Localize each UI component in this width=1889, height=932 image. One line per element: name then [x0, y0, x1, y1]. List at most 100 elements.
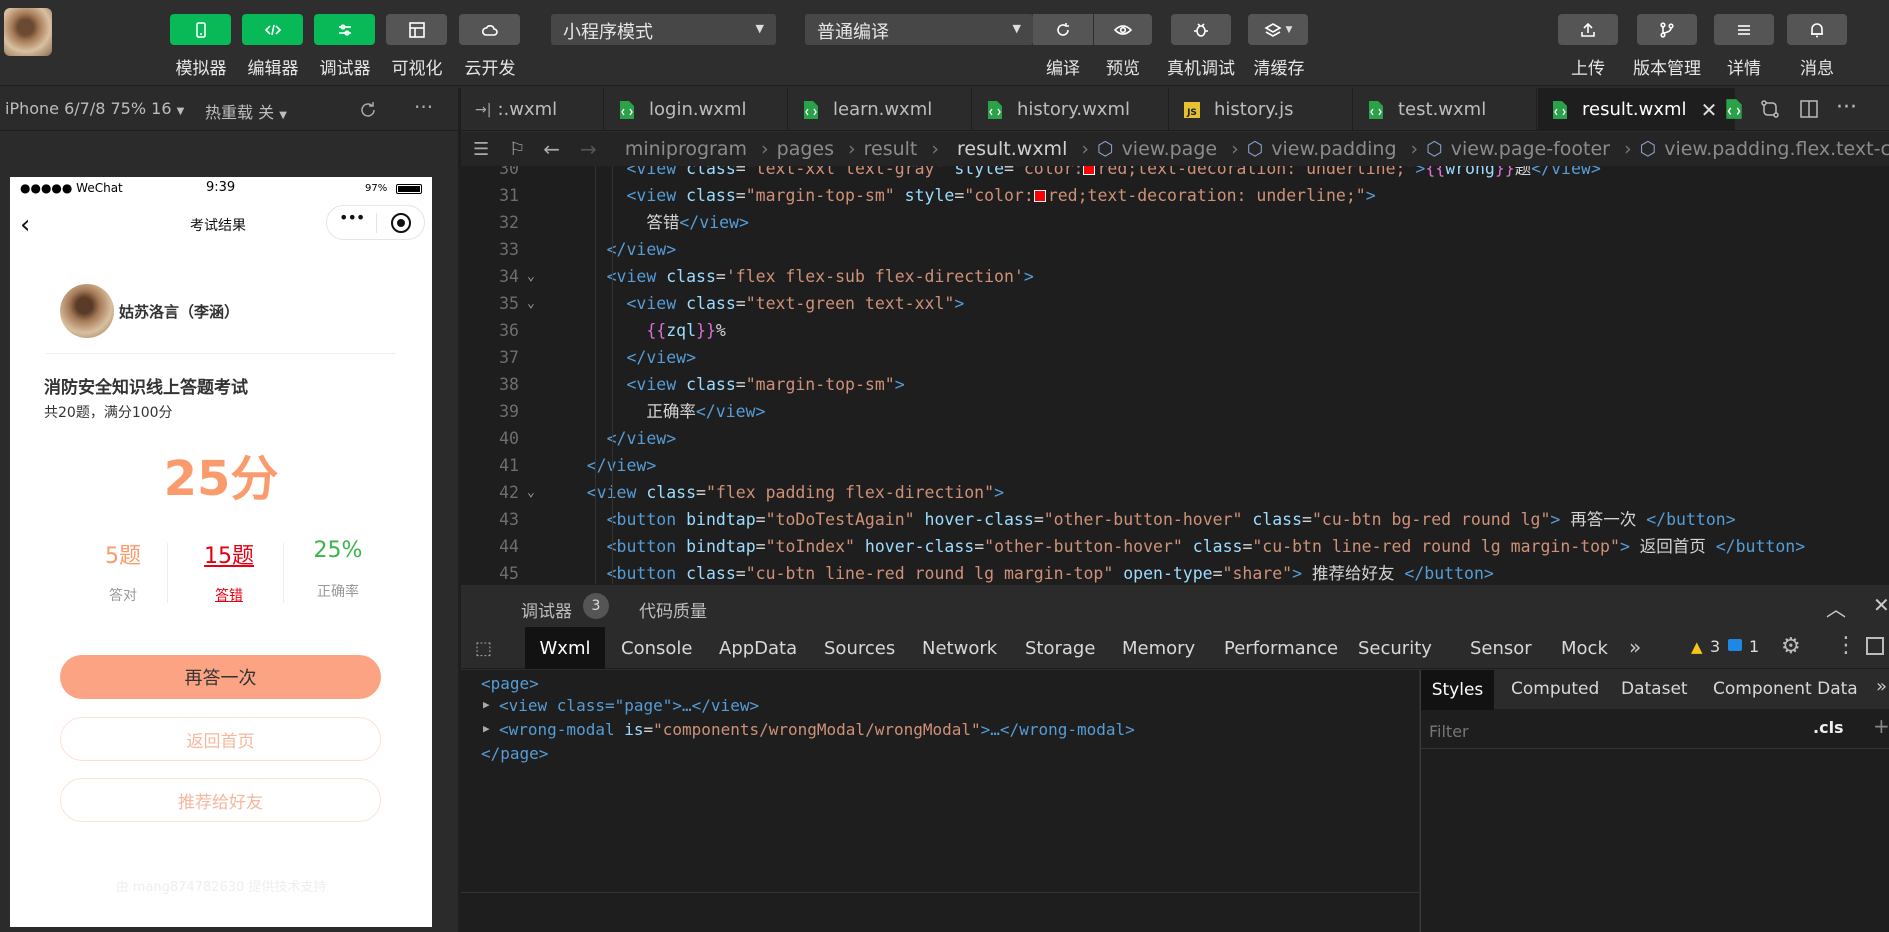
more-tabs-icon[interactable]: »: [1629, 635, 1641, 659]
mode-select[interactable]: 小程序模式 ▼: [551, 14, 776, 45]
battery-icon: [396, 184, 422, 194]
more-icon[interactable]: ···: [1836, 95, 1857, 120]
tab-history-wxml[interactable]: history.wxml: [973, 88, 1169, 131]
close-miniprogram-icon[interactable]: [391, 213, 411, 233]
code-line: 44 <button bindtap="toIndex" hover-class…: [461, 533, 1889, 560]
wxml-file-icon[interactable]: [1725, 98, 1743, 120]
breadcrumb-item[interactable]: view.padding: [1271, 138, 1396, 160]
tab-test-wxml[interactable]: test.wxml: [1354, 88, 1537, 131]
inspect-icon[interactable]: ⬚: [475, 638, 492, 659]
compare-icon[interactable]: [1759, 98, 1781, 120]
home-button[interactable]: 返回首页: [60, 717, 381, 761]
kebab-menu-icon[interactable]: ⋮: [1835, 633, 1857, 658]
expand-arrow-icon[interactable]: ▶: [483, 698, 490, 711]
forward-arrow-icon[interactable]: →: [580, 137, 597, 161]
editor-toggle-button[interactable]: [242, 14, 303, 45]
breadcrumb-item[interactable]: view.page-footer: [1451, 138, 1610, 160]
user-avatar[interactable]: [4, 8, 52, 56]
breadcrumb-item[interactable]: pages: [777, 138, 834, 160]
tab-network[interactable]: Network: [922, 627, 997, 669]
device-select[interactable]: iPhone 6/7/8 75% 16 ▼: [5, 99, 184, 118]
tab-dataset[interactable]: Dataset: [1621, 679, 1688, 699]
cloud-dev-label: 云开发: [464, 59, 516, 79]
details-button[interactable]: [1714, 14, 1774, 45]
tab-storage[interactable]: Storage: [1025, 627, 1095, 669]
gear-icon[interactable]: ⚙: [1781, 634, 1801, 659]
compile-select[interactable]: 普通编译 ▼: [805, 14, 1033, 45]
tab-styles[interactable]: Styles: [1421, 670, 1494, 710]
upload-button[interactable]: [1558, 14, 1618, 45]
simulator-toggle-button[interactable]: [170, 14, 231, 45]
tab-appdata[interactable]: AppData: [719, 627, 797, 669]
cls-toggle[interactable]: .cls: [1813, 718, 1844, 737]
tab-wxml-truncated[interactable]: →| :.wxml: [461, 88, 604, 131]
chevron-down-icon[interactable]: ⌄: [527, 290, 535, 317]
warning-icon[interactable]: ▲: [1691, 638, 1703, 656]
tab-history-js[interactable]: JS history.js: [1170, 88, 1353, 131]
tab-sensor[interactable]: Sensor: [1470, 627, 1532, 669]
tab-memory[interactable]: Memory: [1122, 627, 1195, 669]
version-button[interactable]: [1637, 14, 1697, 45]
tab-result-wxml[interactable]: result.wxml ✕: [1538, 88, 1735, 131]
expand-arrow-icon[interactable]: ▶: [483, 722, 490, 735]
code-line: 41 </view>: [461, 452, 1889, 479]
debugger-toggle-button[interactable]: [314, 14, 375, 45]
tab-mock[interactable]: Mock: [1561, 627, 1608, 669]
tab-login-wxml[interactable]: login.wxml: [605, 88, 788, 131]
breadcrumb-item[interactable]: result.wxml: [957, 138, 1067, 160]
tab-console[interactable]: Console: [621, 627, 692, 669]
breadcrumb-item[interactable]: miniprogram: [625, 138, 747, 160]
code-text: <view class="text-xxl text-gray" style="…: [547, 166, 1601, 182]
chevron-down-icon[interactable]: ⌄: [527, 263, 535, 290]
close-icon[interactable]: ✕: [1701, 98, 1718, 122]
chevron-down-icon[interactable]: ⌄: [527, 479, 535, 506]
code-line: 33 </view>: [461, 236, 1889, 263]
code-line: 37 </view>: [461, 344, 1889, 371]
clear-cache-button[interactable]: ▼: [1248, 14, 1308, 45]
add-rule-icon[interactable]: +: [1873, 714, 1889, 738]
more-dots-icon[interactable]: •••: [339, 208, 365, 227]
more-tabs-icon[interactable]: »: [1876, 676, 1887, 697]
retry-button[interactable]: 再答一次: [60, 655, 381, 699]
code-quality-tab[interactable]: 代码质量: [639, 597, 707, 622]
wrong-label[interactable]: 答错: [179, 585, 279, 605]
info-icon[interactable]: [1728, 639, 1742, 651]
rotate-icon[interactable]: [358, 100, 378, 120]
close-icon[interactable]: ✕: [1873, 593, 1889, 617]
color-swatch[interactable]: [1033, 190, 1046, 202]
tree-node-wrong-modal[interactable]: <wrong-modal is="components/wrongModal/w…: [499, 720, 1135, 739]
tab-sources[interactable]: Sources: [824, 627, 895, 669]
tab-component-data[interactable]: Component Data: [1713, 679, 1858, 699]
tab-security[interactable]: Security: [1358, 627, 1432, 669]
tab-learn-wxml[interactable]: learn.wxml: [789, 88, 972, 131]
tab-computed[interactable]: Computed: [1511, 679, 1599, 699]
visual-toggle-button[interactable]: [386, 14, 447, 45]
tab-performance[interactable]: Performance: [1224, 627, 1338, 669]
compile-button[interactable]: [1033, 14, 1093, 45]
tree-node-page[interactable]: <page>: [481, 674, 539, 693]
share-button[interactable]: 推荐给好友: [60, 778, 381, 822]
styles-filter-input[interactable]: [1427, 717, 1787, 745]
breadcrumb-item[interactable]: view.page: [1122, 138, 1218, 160]
code-editor[interactable]: 30 <view class="text-xxl text-gray" styl…: [461, 166, 1889, 584]
back-arrow-icon[interactable]: ←: [543, 137, 560, 161]
color-swatch[interactable]: [1083, 166, 1096, 175]
tree-node-view[interactable]: <view class="page">…</view>: [499, 696, 759, 715]
breadcrumb-item[interactable]: result: [864, 138, 918, 160]
breadcrumb-item[interactable]: view.padding.flex.text-center.: [1664, 138, 1889, 160]
wrong-count[interactable]: 15题: [179, 538, 279, 570]
split-editor-icon[interactable]: [1799, 99, 1819, 119]
bookmark-icon[interactable]: ⚐: [509, 139, 525, 160]
debugger-tab[interactable]: 调试器: [521, 597, 572, 622]
remote-debug-button[interactable]: [1171, 14, 1231, 45]
back-icon[interactable]: ‹: [20, 210, 30, 240]
messages-button[interactable]: [1787, 14, 1847, 45]
outline-icon[interactable]: ☰: [473, 139, 489, 160]
preview-button[interactable]: [1094, 14, 1152, 45]
collapse-icon[interactable]: ︿: [1826, 593, 1846, 622]
cloud-dev-button[interactable]: [459, 14, 520, 45]
dock-icon[interactable]: [1866, 637, 1884, 655]
hot-reload-select[interactable]: 热重载 关 ▼: [205, 99, 287, 123]
tab-wxml[interactable]: Wxml: [525, 627, 605, 669]
more-icon[interactable]: ···: [414, 95, 433, 119]
